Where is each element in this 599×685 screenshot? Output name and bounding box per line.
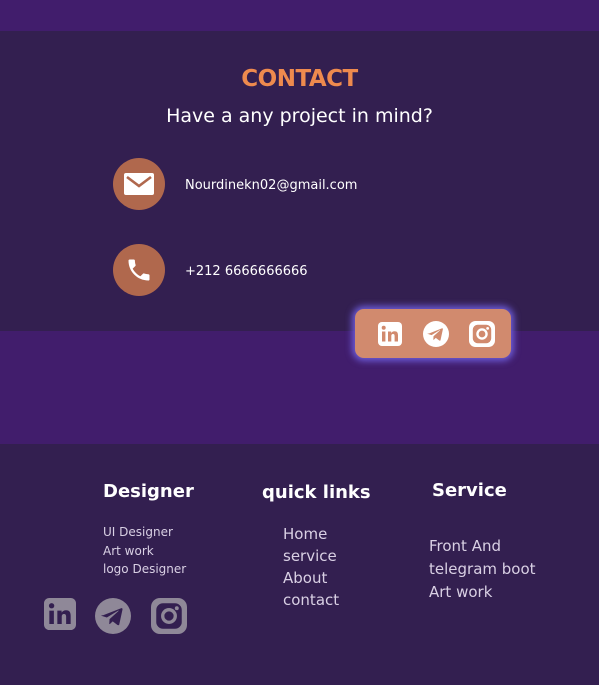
list-item: Front And [429,537,501,555]
footer-heading-designer: Designer [103,481,194,502]
footer-heading-service: Service [432,480,507,501]
quick-link-service[interactable]: service [283,545,339,567]
list-item: Art work [103,543,154,558]
linkedin-icon[interactable] [377,321,403,347]
telegram-icon[interactable] [423,320,449,347]
instagram-icon[interactable] [151,598,187,638]
top-band [0,0,599,31]
email-address[interactable]: Nourdinekn02@gmail.com [185,178,357,193]
instagram-icon[interactable] [469,320,495,347]
telegram-icon[interactable] [95,598,131,638]
contact-title: CONTACT [241,66,358,92]
contact-section: CONTACT Have a any project in mind? Nour… [0,31,599,331]
designer-list: UI Designer Art work logo Designer [103,523,186,579]
phone-icon[interactable] [113,244,165,296]
linkedin-icon[interactable] [44,598,76,634]
social-links-pill [355,309,511,358]
phone-number[interactable]: +212 6666666666 [185,264,308,279]
quick-link-home[interactable]: Home [283,523,339,545]
quick-links-list: Home service About contact [283,523,339,611]
list-item: UI Designer [103,525,173,539]
footer: Designer UI Designer Art work logo Desig… [0,444,599,685]
mail-icon[interactable] [113,158,165,210]
list-item: telegram boot [429,560,536,578]
quick-link-contact[interactable]: contact [283,589,339,611]
service-list: Front And telegram boot Art work [429,535,536,604]
list-item: logo Designer [103,562,187,576]
quick-link-about[interactable]: About [283,567,339,589]
list-item: Art work [429,583,493,601]
footer-heading-quick-links: quick links [262,482,371,503]
contact-subtitle: Have a any project in mind? [166,105,433,127]
